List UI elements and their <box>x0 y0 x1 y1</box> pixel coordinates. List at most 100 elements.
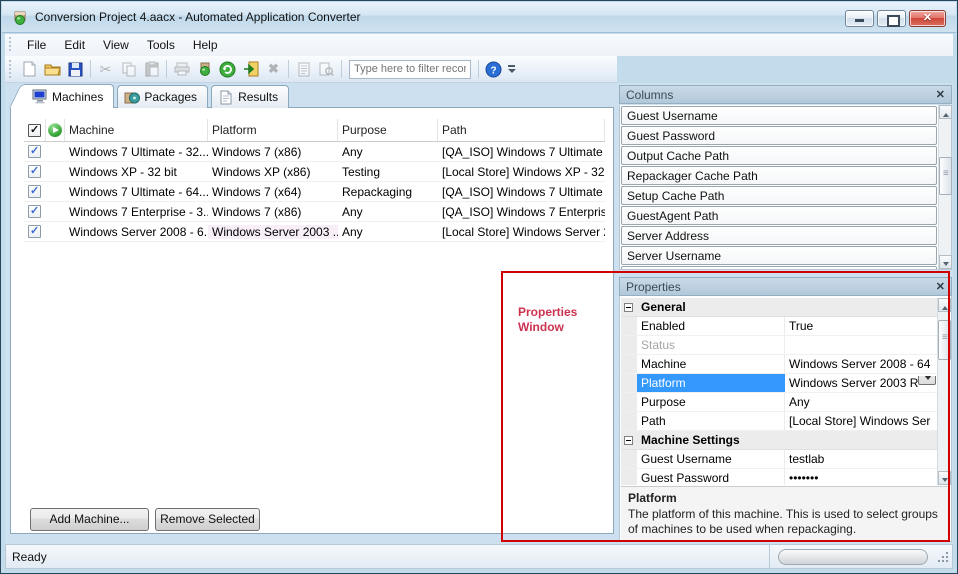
row-checkbox[interactable] <box>28 165 41 178</box>
help-icon[interactable]: ? <box>482 58 505 81</box>
column-item[interactable]: GuestAgent Path <box>621 206 937 225</box>
package-icon[interactable] <box>193 58 216 81</box>
tab-results[interactable]: Results <box>211 85 289 108</box>
scroll-down-icon[interactable] <box>939 255 952 269</box>
paste-icon[interactable] <box>140 58 163 81</box>
description-title: Platform <box>628 491 943 505</box>
table-row[interactable]: Windows 7 Ultimate - 64... Windows 7 (x6… <box>24 182 605 202</box>
platform-cell: Windows 7 (x64) <box>208 185 338 199</box>
tab-machines[interactable]: Machines <box>25 84 114 108</box>
row-checkbox[interactable] <box>28 225 41 238</box>
category-row-machine-settings[interactable]: Machine Settings <box>621 431 937 450</box>
property-value: True <box>785 319 937 333</box>
preview-icon[interactable] <box>315 58 338 81</box>
scroll-down-icon[interactable] <box>938 471 951 485</box>
property-row-machine[interactable]: Machine Windows Server 2008 - 64 <box>621 355 937 374</box>
platform-cell: Windows Server 2003 ... <box>208 225 338 239</box>
col-header-path[interactable]: Path <box>438 119 605 141</box>
column-item[interactable]: Server Password <box>621 266 937 270</box>
collapse-icon[interactable] <box>624 303 633 312</box>
table-row[interactable]: Windows 7 Enterprise - 3... Windows 7 (x… <box>24 202 605 222</box>
maximize-button[interactable] <box>877 10 906 27</box>
properties-close-icon[interactable]: ✕ <box>936 280 945 293</box>
purpose-cell: Testing <box>338 165 438 179</box>
menu-file[interactable]: File <box>18 35 55 55</box>
column-item[interactable]: Server Address <box>621 226 937 245</box>
toolbar-grip[interactable] <box>8 60 13 78</box>
scroll-thumb[interactable] <box>939 157 952 195</box>
property-name: Guest Username <box>637 450 785 468</box>
open-project-icon[interactable] <box>41 58 64 81</box>
column-item[interactable]: Guest Password <box>621 126 937 145</box>
platform-dropdown-icon[interactable] <box>918 376 936 385</box>
remove-selected-button[interactable]: Remove Selected <box>155 508 260 531</box>
row-checkbox[interactable] <box>28 205 41 218</box>
filter-records-input[interactable] <box>349 60 471 79</box>
minimize-button[interactable] <box>845 10 874 27</box>
tab-machines-label: Machines <box>52 90 103 104</box>
row-checkbox[interactable] <box>28 145 41 158</box>
property-row-path[interactable]: Path [Local Store] Windows Ser <box>621 412 937 431</box>
toolbar-overflow-icon[interactable] <box>505 58 519 81</box>
print-icon[interactable] <box>170 58 193 81</box>
menu-tools[interactable]: Tools <box>138 35 184 55</box>
row-checkbox[interactable] <box>28 185 41 198</box>
run-conversion-icon[interactable] <box>239 58 262 81</box>
property-row-platform[interactable]: Platform Windows Server 2003 R <box>621 374 937 393</box>
property-row-status[interactable]: Status <box>621 336 937 355</box>
stop-icon[interactable]: ✖ <box>262 58 285 81</box>
columns-scrollbar[interactable] <box>938 105 951 269</box>
scroll-up-icon[interactable] <box>939 105 952 119</box>
property-name: Purpose <box>637 393 785 411</box>
save-icon[interactable] <box>64 58 87 81</box>
cut-icon[interactable]: ✂ <box>94 58 117 81</box>
refresh-icon[interactable] <box>216 58 239 81</box>
columns-close-icon[interactable]: ✕ <box>936 88 945 101</box>
status-text: Ready <box>6 550 769 564</box>
menu-help[interactable]: Help <box>184 35 227 55</box>
scroll-up-icon[interactable] <box>938 298 951 312</box>
property-row-guest-username[interactable]: Guest Username testlab <box>621 450 937 469</box>
collapse-icon[interactable] <box>624 436 633 445</box>
column-item[interactable]: Setup Cache Path <box>621 186 937 205</box>
col-header-platform[interactable]: Platform <box>208 119 338 141</box>
column-item[interactable]: Output Cache Path <box>621 146 937 165</box>
menu-bar: File Edit View Tools Help <box>5 34 953 56</box>
add-machine-button[interactable]: Add Machine... <box>30 508 149 531</box>
status-separator <box>769 545 770 568</box>
machine-cell: Windows 7 Ultimate - 64... <box>65 185 208 199</box>
table-row[interactable]: Windows XP - 32 bit Windows XP (x86) Tes… <box>24 162 605 182</box>
property-row-guest-password[interactable]: Guest Password ••••••• <box>621 469 937 485</box>
property-name: Guest Password <box>637 469 785 485</box>
resize-grip-icon[interactable] <box>936 550 950 564</box>
property-name: Machine <box>637 355 785 373</box>
properties-scrollbar[interactable] <box>937 298 950 485</box>
close-button[interactable]: ✕ <box>909 10 946 27</box>
select-all-checkbox[interactable] <box>28 124 41 137</box>
column-item[interactable]: Server Username <box>621 246 937 265</box>
table-row-selected[interactable]: Windows Server 2008 - 6... Windows Serve… <box>24 222 605 242</box>
col-header-purpose[interactable]: Purpose <box>338 119 438 141</box>
property-name: Path <box>637 412 785 430</box>
column-item[interactable]: Guest Username <box>621 106 937 125</box>
report-icon[interactable] <box>292 58 315 81</box>
property-row-enabled[interactable]: Enabled True <box>621 317 937 336</box>
machine-cell: Windows 7 Ultimate - 32... <box>65 145 208 159</box>
menu-view[interactable]: View <box>94 35 138 55</box>
toolbar: ✂ ✖ ? <box>5 56 617 83</box>
column-item[interactable]: Repackager Cache Path <box>621 166 937 185</box>
menu-edit[interactable]: Edit <box>55 35 94 55</box>
category-row-general[interactable]: General <box>621 298 937 317</box>
menu-grip[interactable] <box>8 37 13 52</box>
property-value: testlab <box>785 452 937 466</box>
path-cell: [QA_ISO] Windows 7 Enterprise... <box>438 205 605 219</box>
scroll-thumb[interactable] <box>938 320 951 360</box>
property-row-purpose[interactable]: Purpose Any <box>621 393 937 412</box>
copy-icon[interactable] <box>117 58 140 81</box>
table-row[interactable]: Windows 7 Ultimate - 32... Windows 7 (x8… <box>24 142 605 162</box>
properties-panel-title: Properties <box>626 280 681 294</box>
col-header-machine[interactable]: Machine <box>65 119 208 141</box>
tab-packages[interactable]: Packages <box>117 85 208 108</box>
new-project-icon[interactable] <box>18 58 41 81</box>
columns-panel: Columns ✕ Guest Username Guest Password … <box>619 85 952 270</box>
